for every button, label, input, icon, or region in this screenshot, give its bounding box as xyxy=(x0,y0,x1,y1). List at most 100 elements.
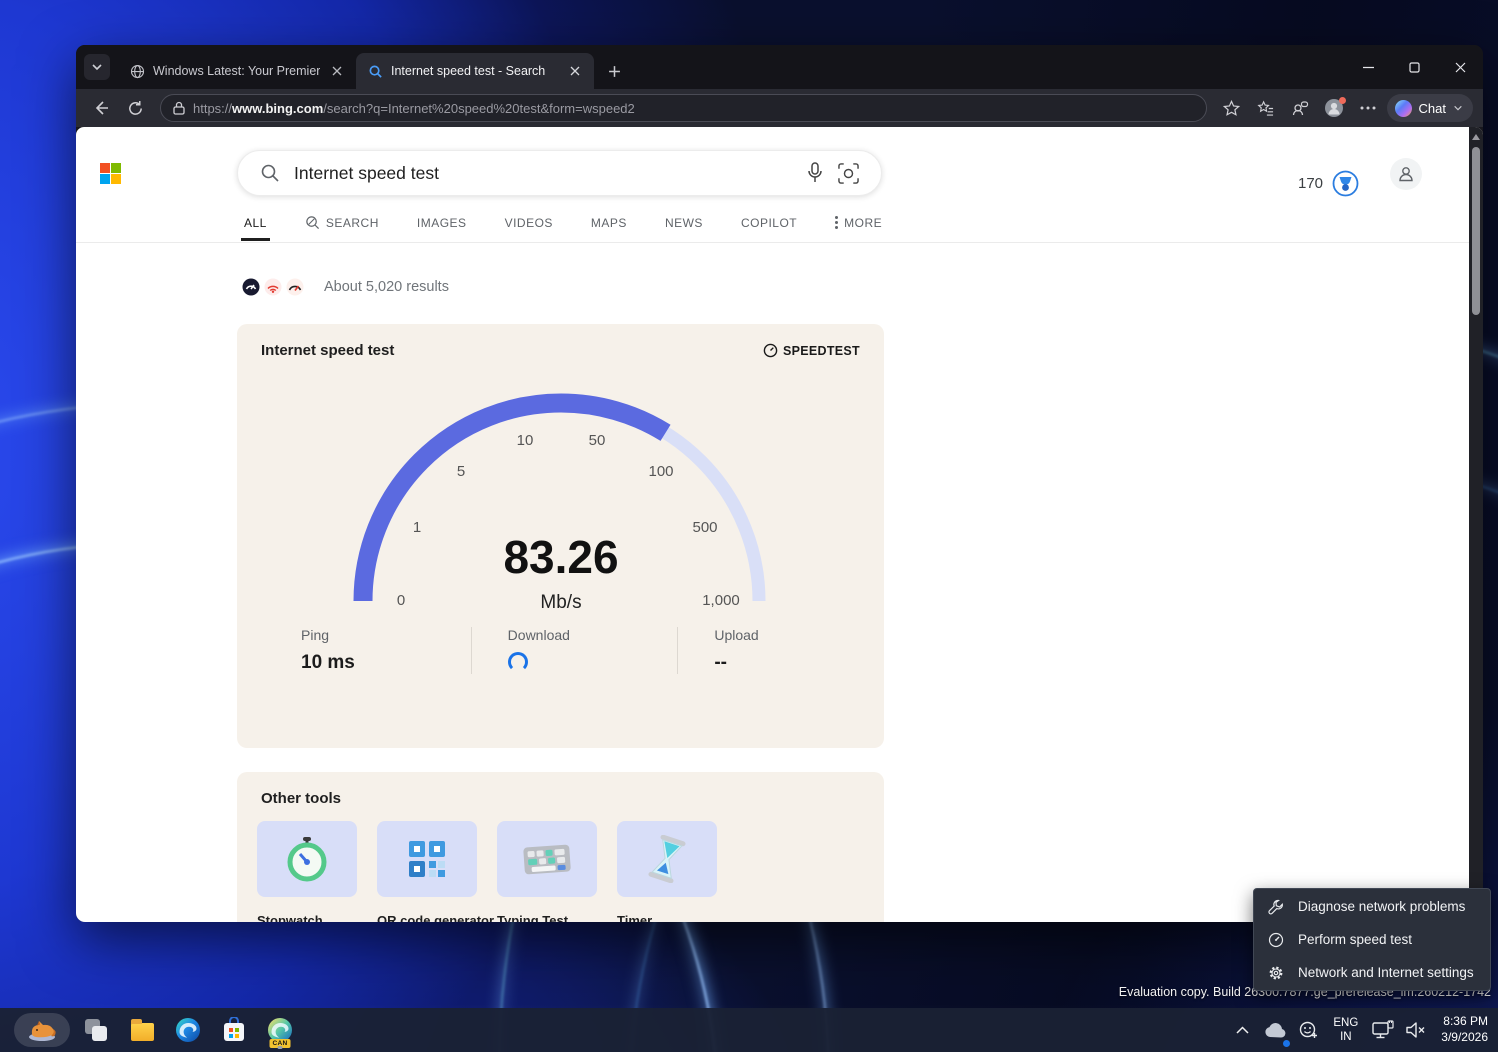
ms-logo-square xyxy=(100,174,110,184)
rewards-medal-icon xyxy=(1332,170,1359,197)
url-host: www.bing.com xyxy=(232,101,323,116)
favorite-this-page-button[interactable] xyxy=(1217,93,1247,123)
ms-logo-square xyxy=(111,174,121,184)
star-list-icon xyxy=(1257,100,1274,117)
menu-item-network-settings[interactable]: Network and Internet settings xyxy=(1254,956,1490,989)
tab-close-button[interactable] xyxy=(566,62,584,80)
nav-tab-maps[interactable]: MAPS xyxy=(591,216,627,230)
close-window-button[interactable] xyxy=(1437,45,1483,89)
window-controls xyxy=(1345,45,1483,89)
notification-dot xyxy=(1339,97,1346,104)
tab-windows-latest[interactable]: Windows Latest: Your Premier Sou xyxy=(118,53,356,89)
onedrive-tray-button[interactable] xyxy=(1261,1012,1289,1048)
menu-item-perform-speed-test[interactable]: Perform speed test xyxy=(1254,923,1490,956)
nav-tab-news[interactable]: NEWS xyxy=(665,216,703,230)
other-tools-widget: Other tools Stopwa xyxy=(237,772,884,922)
tool-typing-test[interactable]: Typing Test xyxy=(497,821,597,922)
edge-button[interactable] xyxy=(168,1010,208,1050)
network-tray-button[interactable] xyxy=(1369,1012,1397,1048)
upload-stat: Upload -- xyxy=(677,627,884,674)
page-scrollbar[interactable] xyxy=(1469,127,1483,922)
star-icon xyxy=(1223,100,1240,117)
copilot-chat-button[interactable]: Chat xyxy=(1387,94,1473,122)
ellipsis-icon xyxy=(1360,106,1376,110)
folder-icon xyxy=(131,1023,154,1041)
rewards-button[interactable]: 170 xyxy=(1298,170,1359,197)
upload-label: Upload xyxy=(714,627,884,643)
file-explorer-button[interactable] xyxy=(122,1010,162,1050)
gauge-tick: 10 xyxy=(516,432,533,449)
close-icon xyxy=(332,66,342,76)
safely-remove-tray-button[interactable] xyxy=(1294,1012,1322,1048)
speedtest-brand[interactable]: SPEEDTEST xyxy=(763,343,860,358)
nav-tab-videos[interactable]: VIDEOS xyxy=(505,216,553,230)
fox-widget-button[interactable] xyxy=(14,1013,70,1047)
clock-date: 3/9/2026 xyxy=(1441,1030,1488,1046)
tab-search-button[interactable] xyxy=(84,54,110,80)
gauge-tick: 100 xyxy=(648,463,673,480)
tab-strip: Windows Latest: Your Premier Sou Interne… xyxy=(76,45,1483,89)
search-icon xyxy=(260,163,280,183)
tray-overflow-button[interactable] xyxy=(1228,1012,1256,1048)
rewards-points: 170 xyxy=(1298,175,1323,192)
download-stat: Download xyxy=(471,627,678,674)
profile-button[interactable] xyxy=(1319,93,1349,123)
minimize-button[interactable] xyxy=(1345,45,1391,89)
results-summary: About 5,020 results xyxy=(242,278,449,296)
volume-tray-button[interactable] xyxy=(1402,1012,1430,1048)
nav-tab-copilot[interactable]: COPILOT xyxy=(741,216,797,230)
scrollbar-up-arrow[interactable] xyxy=(1472,134,1480,140)
microphone-icon[interactable] xyxy=(806,162,824,184)
tool-stopwatch[interactable]: Stopwatch xyxy=(257,821,357,922)
new-tab-button[interactable] xyxy=(600,57,628,85)
nav-tab-all[interactable]: ALL xyxy=(244,216,267,230)
search-box[interactable]: Internet speed test xyxy=(237,150,882,196)
address-bar[interactable]: https://www.bing.com/search?q=Internet%2… xyxy=(160,94,1207,122)
wrench-icon xyxy=(1268,899,1284,915)
back-arrow-icon xyxy=(92,99,110,117)
fox-icon xyxy=(26,1018,58,1042)
store-icon xyxy=(222,1017,246,1043)
visual-search-icon[interactable] xyxy=(838,163,859,184)
bing-profile-button[interactable] xyxy=(1390,158,1422,190)
system-tray: ENG IN 8:36 PM xyxy=(1228,1008,1498,1052)
nav-tab-more[interactable]: MORE xyxy=(835,216,882,230)
menu-item-diagnose-network[interactable]: Diagnose network problems xyxy=(1254,890,1490,923)
tab-title: Windows Latest: Your Premier Sou xyxy=(153,64,320,78)
nav-tab-search[interactable]: SEARCH xyxy=(305,215,379,230)
other-tools-title: Other tools xyxy=(261,790,341,807)
refresh-button[interactable] xyxy=(120,93,150,123)
deep-search-icon xyxy=(305,215,320,230)
tool-qr-code-generator[interactable]: QR code generator xyxy=(377,821,477,922)
language-indicator[interactable]: ENG IN xyxy=(1327,1016,1364,1045)
tool-timer[interactable]: Timer xyxy=(617,821,717,922)
microsoft-logo[interactable] xyxy=(100,163,121,184)
back-button[interactable] xyxy=(86,93,116,123)
task-view-icon xyxy=(85,1019,107,1041)
settings-menu-button[interactable] xyxy=(1353,93,1383,123)
speedtest-favicon xyxy=(242,278,260,296)
lock-icon xyxy=(173,101,185,115)
nav-tab-images[interactable]: IMAGES xyxy=(417,216,467,230)
favorites-list-button[interactable] xyxy=(1251,93,1281,123)
speedtest-gauge-icon xyxy=(763,343,778,358)
scrollbar-thumb[interactable] xyxy=(1472,147,1480,315)
edge-canary-button[interactable]: CAN xyxy=(260,1010,300,1050)
ms-logo-square xyxy=(100,163,110,173)
gauge-tick: 1 xyxy=(412,519,420,536)
taskbar-clock[interactable]: 8:36 PM 3/9/2026 xyxy=(1435,1014,1488,1045)
copilot-icon xyxy=(1395,100,1412,117)
tab-close-button[interactable] xyxy=(328,62,346,80)
maximize-icon xyxy=(1409,62,1420,73)
ping-stat: Ping 10 ms xyxy=(237,627,471,674)
microsoft-store-button[interactable] xyxy=(214,1010,254,1050)
upload-value: -- xyxy=(714,652,884,674)
task-view-button[interactable] xyxy=(76,1010,116,1050)
url-path: /search?q=Internet%20speed%20test&form=w… xyxy=(323,101,634,116)
chevron-up-icon xyxy=(1236,1026,1249,1034)
smiley-add-icon xyxy=(1299,1021,1318,1040)
close-icon xyxy=(570,66,580,76)
maximize-button[interactable] xyxy=(1391,45,1437,89)
tab-speed-test[interactable]: Internet speed test - Search xyxy=(356,53,594,89)
people-button[interactable] xyxy=(1285,93,1315,123)
